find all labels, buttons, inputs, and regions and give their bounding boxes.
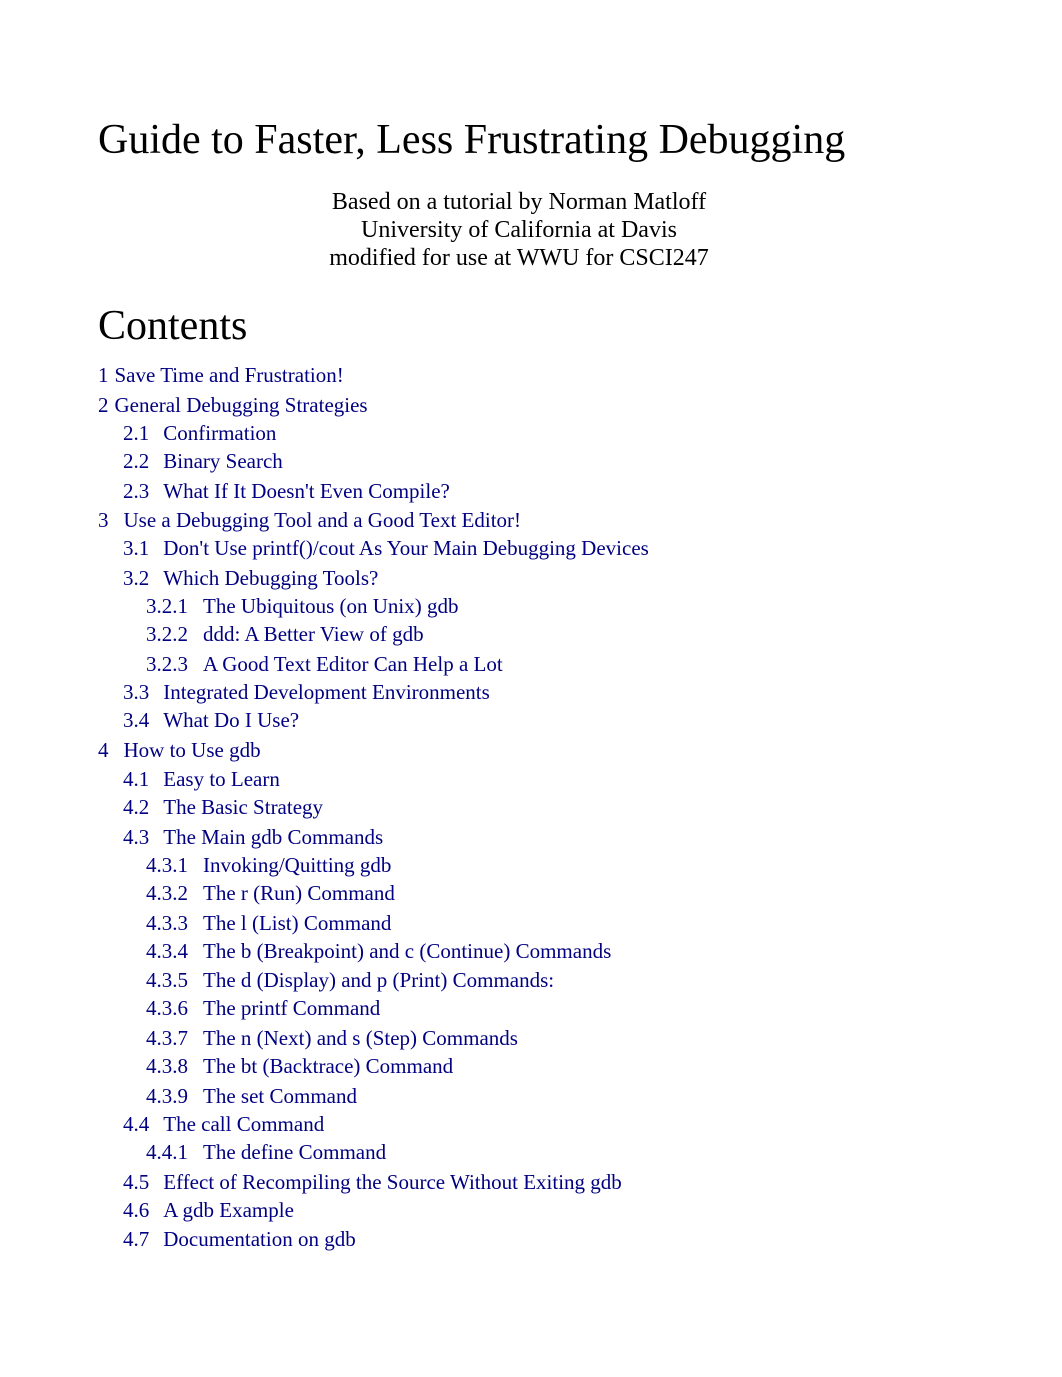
toc-number: 1 [98,363,109,387]
toc-link-3[interactable]: 3 Use a Debugging Tool and a Good Text Ed… [98,507,521,533]
toc-link-4-6[interactable]: 4.6 A gdb Example [123,1197,294,1223]
toc-link-4[interactable]: 4 How to Use gdb [98,737,261,763]
toc-link-4-3-8[interactable]: 4.3.8 The bt (Backtrace) Command [146,1053,453,1079]
toc-link-1[interactable]: 1 Save Time and Frustration! [98,362,344,388]
toc-label: ddd: A Better View of gdb [203,622,424,646]
toc-number: 4.6 [123,1198,150,1222]
toc-label: The set Command [203,1084,357,1108]
toc-number: 3.2.3 [146,652,188,676]
toc-link-2-2[interactable]: 2.2 Binary Search [123,448,283,474]
toc-label: Easy to Learn [163,767,280,791]
toc-label: Confirmation [163,421,277,445]
toc-label: The n (Next) and s (Step) Commands [203,1026,518,1050]
toc-label: Documentation on gdb [163,1227,356,1251]
toc-link-4-3[interactable]: 4.3 The Main gdb Commands [123,824,383,850]
toc-label: The Main gdb Commands [163,825,384,849]
toc-number: 3.2.1 [146,594,188,618]
toc-label: Use a Debugging Tool and a Good Text Edi… [123,508,522,532]
toc-number: 4.1 [123,767,150,791]
byline-modification: modified for use at WWU for CSCI247 [329,245,709,271]
contents-heading: Contents [98,303,248,349]
toc-label: Effect of Recompiling the Source Without… [163,1170,622,1194]
toc-link-4-3-2[interactable]: 4.3.2 The r (Run) Command [146,880,395,906]
toc-number: 4.3.1 [146,853,188,877]
toc-number: 2.3 [123,479,150,503]
toc-number: 4.3.7 [146,1026,188,1050]
toc-link-4-3-6[interactable]: 4.3.6 The printf Command [146,995,380,1021]
toc-number: 2.1 [123,421,150,445]
byline: Based on a tutorial by Norman Matloff Un… [0,188,1038,272]
toc-label: What If It Doesn't Even Compile? [163,479,450,503]
toc-label: The Ubiquitous (on Unix) gdb [203,594,459,618]
toc-link-4-7[interactable]: 4.7 Documentation on gdb [123,1226,356,1252]
toc-link-4-3-7[interactable]: 4.3.7 The n (Next) and s (Step) Commands [146,1025,518,1051]
toc-number: 3.2 [123,566,150,590]
toc-label: How to Use gdb [123,738,261,762]
toc-label: The define Command [203,1140,387,1164]
toc-number: 4.4 [123,1112,150,1136]
toc-number: 2 [98,393,109,417]
toc-link-2-1[interactable]: 2.1 Confirmation [123,420,276,446]
toc-link-3-2-3[interactable]: 3.2.3 A Good Text Editor Can Help a Lot [146,651,503,677]
toc-link-4-5[interactable]: 4.5 Effect of Recompiling the Source With… [123,1169,622,1195]
toc-link-2-3[interactable]: 2.3 What If It Doesn't Even Compile? [123,478,450,504]
toc-link-4-1[interactable]: 4.1 Easy to Learn [123,766,280,792]
toc-label: Invoking/Quitting gdb [203,853,392,877]
toc-label: A Good Text Editor Can Help a Lot [203,652,503,676]
toc-label: Binary Search [163,449,283,473]
toc-link-4-2[interactable]: 4.2 The Basic Strategy [123,794,323,820]
toc-link-3-2-1[interactable]: 3.2.1 The Ubiquitous (on Unix) gdb [146,593,458,619]
toc-number: 4.2 [123,795,150,819]
toc-number: 4 [98,738,109,762]
toc-label: Integrated Development Environments [163,680,490,704]
toc-link-2[interactable]: 2 General Debugging Strategies [98,392,368,418]
toc-link-3-1[interactable]: 3.1 Don't Use printf()/cout As Your Main … [123,535,649,561]
toc-number: 2.2 [123,449,150,473]
toc-label: The bt (Backtrace) Command [203,1054,454,1078]
toc-number: 4.3.5 [146,968,188,992]
toc-label: Which Debugging Tools? [163,566,379,590]
toc-label: The printf Command [203,996,381,1020]
toc-label: Save Time and Frustration! [114,363,344,387]
toc-link-3-2[interactable]: 3.2 Which Debugging Tools? [123,565,378,591]
toc-label: The l (List) Command [203,911,392,935]
toc-number: 4.4.1 [146,1140,188,1164]
toc-link-3-3[interactable]: 3.3 Integrated Development Environments [123,679,490,705]
toc-link-3-2-2[interactable]: 3.2.2 ddd: A Better View of gdb [146,621,424,647]
toc-link-4-3-3[interactable]: 4.3.3 The l (List) Command [146,910,391,936]
toc-label: The r (Run) Command [203,881,395,905]
toc-number: 3.2.2 [146,622,188,646]
toc-link-4-3-5[interactable]: 4.3.5 The d (Display) and p (Print) Comma… [146,967,554,993]
toc-number: 4.3.3 [146,911,188,935]
toc-number: 4.3.8 [146,1054,188,1078]
toc-number: 4.3.4 [146,939,188,963]
byline-author: Based on a tutorial by Norman Matloff [331,189,707,215]
toc-link-3-4[interactable]: 3.4 What Do I Use? [123,707,299,733]
toc-label: General Debugging Strategies [114,393,368,417]
toc-number: 4.5 [123,1170,150,1194]
toc-label: The call Command [163,1112,325,1136]
toc-number: 3.4 [123,708,150,732]
toc-link-4-3-4[interactable]: 4.3.4 The b (Breakpoint) and c (Continue)… [146,938,611,964]
toc-label: The d (Display) and p (Print) Commands: [203,968,555,992]
toc-number: 3.3 [123,680,150,704]
toc-link-4-3-1[interactable]: 4.3.1 Invoking/Quitting gdb [146,852,391,878]
toc-label: The b (Breakpoint) and c (Continue) Comm… [203,939,612,963]
toc-number: 3.1 [123,536,150,560]
toc-number: 4.3.2 [146,881,188,905]
toc-label: The Basic Strategy [163,795,324,819]
byline-institution: University of California at Davis [361,217,677,243]
toc-number: 4.7 [123,1227,150,1251]
toc-label: A gdb Example [163,1198,294,1222]
toc-link-4-4-1[interactable]: 4.4.1 The define Command [146,1139,386,1165]
toc-number: 4.3.9 [146,1084,188,1108]
toc-number: 3 [98,508,109,532]
toc-link-4-3-9[interactable]: 4.3.9 The set Command [146,1083,357,1109]
toc-label: Don't Use printf()/cout As Your Main Deb… [163,536,649,560]
toc-label: What Do I Use? [163,708,300,732]
toc-number: 4.3.6 [146,996,188,1020]
toc-number: 4.3 [123,825,150,849]
toc-link-4-4[interactable]: 4.4 The call Command [123,1111,324,1137]
document-title: Guide to Faster, Less Frustrating Debugg… [98,117,846,163]
